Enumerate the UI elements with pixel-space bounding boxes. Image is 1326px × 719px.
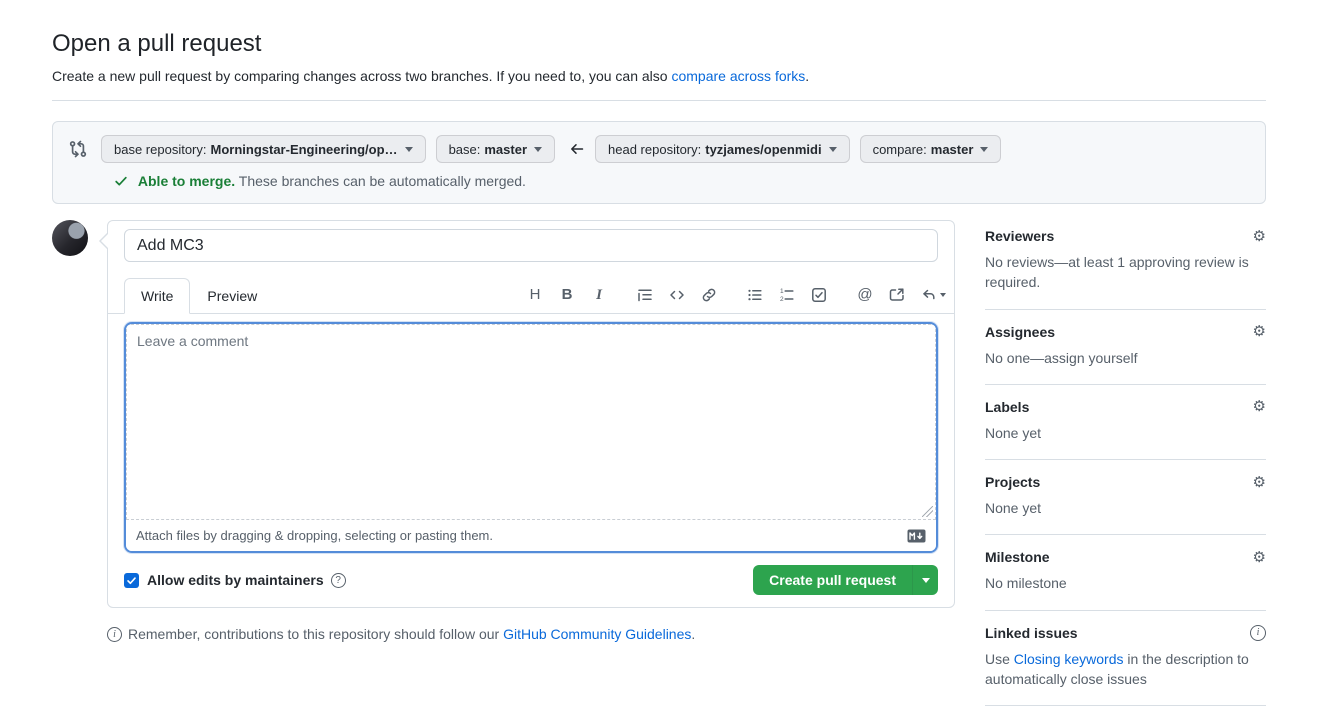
info-icon[interactable]: i	[1250, 625, 1266, 641]
svg-text:1: 1	[780, 288, 784, 295]
tab-preview[interactable]: Preview	[190, 278, 274, 314]
community-guidelines-link[interactable]: GitHub Community Guidelines	[503, 626, 691, 642]
pr-form-column: Write Preview H B I	[52, 220, 955, 706]
merge-status-description: These branches can be automatically merg…	[239, 173, 526, 189]
sidebar-section-reviewers: Reviewers ⚙ No reviews—at least 1 approv…	[985, 228, 1266, 310]
assignees-title: Assignees	[985, 324, 1055, 340]
gear-icon[interactable]: ⚙	[1253, 399, 1266, 414]
open-pull-request-page: Open a pull request Create a new pull re…	[0, 0, 1326, 706]
chevron-down-icon	[829, 147, 837, 152]
chevron-down-icon	[534, 147, 542, 152]
merge-status-title: Able to merge.	[138, 173, 235, 189]
quote-icon[interactable]	[637, 287, 653, 303]
chevron-down-icon	[980, 147, 988, 152]
sidebar-section-milestone: Milestone ⚙ No milestone	[985, 535, 1266, 610]
mention-icon[interactable]: @	[857, 287, 873, 303]
sidebar-section-linked-issues: Linked issues i Use Closing keywords in …	[985, 611, 1266, 707]
create-pull-request-options-button[interactable]	[912, 565, 938, 595]
markdown-icon[interactable]	[907, 529, 926, 543]
task-list-icon[interactable]	[811, 287, 827, 303]
milestone-body: No milestone	[985, 573, 1266, 593]
help-icon[interactable]: ?	[331, 573, 346, 588]
attach-files-hint: Attach files by dragging & dropping, sel…	[136, 528, 493, 543]
subtitle-period: .	[805, 68, 809, 84]
comment-tabnav: Write Preview H B I	[108, 278, 954, 314]
arrow-left-icon	[569, 141, 585, 157]
italic-icon[interactable]: I	[591, 287, 607, 303]
reviewers-body: No reviews—at least 1 approving review i…	[985, 252, 1266, 293]
compare-branch-dropdown[interactable]: compare: master	[860, 135, 1002, 163]
chevron-down-icon	[405, 147, 413, 152]
base-repository-dropdown[interactable]: base repository: Morningstar-Engineering…	[101, 135, 426, 163]
sidebar-section-projects: Projects ⚙ None yet	[985, 460, 1266, 535]
reply-icon[interactable]	[921, 287, 946, 303]
base-branch-value: master	[484, 142, 527, 157]
gear-icon[interactable]: ⚙	[1253, 229, 1266, 244]
check-icon	[114, 174, 128, 188]
chevron-down-icon	[922, 578, 930, 583]
labels-body: None yet	[985, 423, 1266, 443]
file-drop-zone	[126, 324, 936, 520]
svg-text:2: 2	[780, 296, 784, 303]
pr-title-input[interactable]	[124, 229, 938, 262]
head-repository-value: tyzjames/openmidi	[705, 142, 821, 157]
base-branch-label: base:	[449, 142, 481, 157]
info-icon: i	[107, 627, 122, 642]
allow-edits-label: Allow edits by maintainers	[147, 572, 324, 588]
chevron-down-icon	[940, 293, 946, 297]
reminder-text: Remember, contributions to this reposito…	[128, 626, 695, 642]
page-title: Open a pull request	[52, 30, 1266, 58]
reviewers-title: Reviewers	[985, 228, 1054, 244]
header-divider	[52, 100, 1266, 101]
projects-body: None yet	[985, 498, 1266, 518]
resize-handle-icon[interactable]	[922, 506, 933, 517]
base-repository-label: base repository:	[114, 142, 207, 157]
labels-title: Labels	[985, 399, 1029, 415]
compare-branch-value: master	[931, 142, 974, 157]
create-pull-request-split-button: Create pull request	[753, 565, 938, 595]
base-branch-dropdown[interactable]: base: master	[436, 135, 555, 163]
tab-write[interactable]: Write	[124, 278, 190, 314]
projects-title: Projects	[985, 474, 1040, 490]
head-repository-dropdown[interactable]: head repository: tyzjames/openmidi	[595, 135, 850, 163]
link-icon[interactable]	[701, 287, 717, 303]
comment-editor: Attach files by dragging & dropping, sel…	[124, 322, 938, 553]
code-icon[interactable]	[669, 287, 685, 303]
ordered-list-icon[interactable]: 12	[779, 287, 795, 303]
bold-icon[interactable]: B	[559, 287, 575, 303]
page-subtitle: Create a new pull request by comparing c…	[52, 68, 1266, 84]
allow-edits-checkbox[interactable]	[124, 573, 139, 588]
create-pull-request-button[interactable]: Create pull request	[753, 565, 912, 595]
comment-textarea[interactable]	[127, 325, 935, 519]
attach-files-footer[interactable]: Attach files by dragging & dropping, sel…	[126, 520, 936, 551]
pr-sidebar: Reviewers ⚙ No reviews—at least 1 approv…	[985, 220, 1266, 706]
contribution-reminder: i Remember, contributions to this reposi…	[107, 626, 955, 642]
avatar	[52, 220, 88, 256]
merge-status: Able to merge. These branches can be aut…	[69, 173, 1249, 189]
head-repository-label: head repository:	[608, 142, 701, 157]
gear-icon[interactable]: ⚙	[1253, 324, 1266, 339]
compare-across-forks-link[interactable]: compare across forks	[671, 68, 805, 84]
markdown-toolbar: H B I	[527, 287, 946, 313]
branch-compare-bar: base repository: Morningstar-Engineering…	[52, 121, 1266, 204]
milestone-title: Milestone	[985, 549, 1050, 565]
git-compare-icon	[69, 140, 87, 158]
gear-icon[interactable]: ⚙	[1253, 550, 1266, 565]
closing-keywords-link[interactable]: Closing keywords	[1014, 651, 1124, 667]
unordered-list-icon[interactable]	[747, 287, 763, 303]
heading-icon[interactable]: H	[527, 287, 543, 303]
linked-issues-body: Use Closing keywords in the description …	[985, 649, 1266, 690]
base-repository-value: Morningstar-Engineering/op…	[211, 142, 398, 157]
form-actions: Allow edits by maintainers ? Create pull…	[124, 565, 938, 595]
gear-icon[interactable]: ⚙	[1253, 475, 1266, 490]
sidebar-section-labels: Labels ⚙ None yet	[985, 385, 1266, 460]
compare-branch-label: compare:	[873, 142, 927, 157]
sidebar-section-assignees: Assignees ⚙ No one—assign yourself	[985, 310, 1266, 385]
linked-issues-title: Linked issues	[985, 625, 1078, 641]
cross-reference-icon[interactable]	[889, 287, 905, 303]
assignees-body: No one—assign yourself	[985, 348, 1266, 368]
pr-form: Write Preview H B I	[107, 220, 955, 608]
subtitle-text: Create a new pull request by comparing c…	[52, 68, 671, 84]
